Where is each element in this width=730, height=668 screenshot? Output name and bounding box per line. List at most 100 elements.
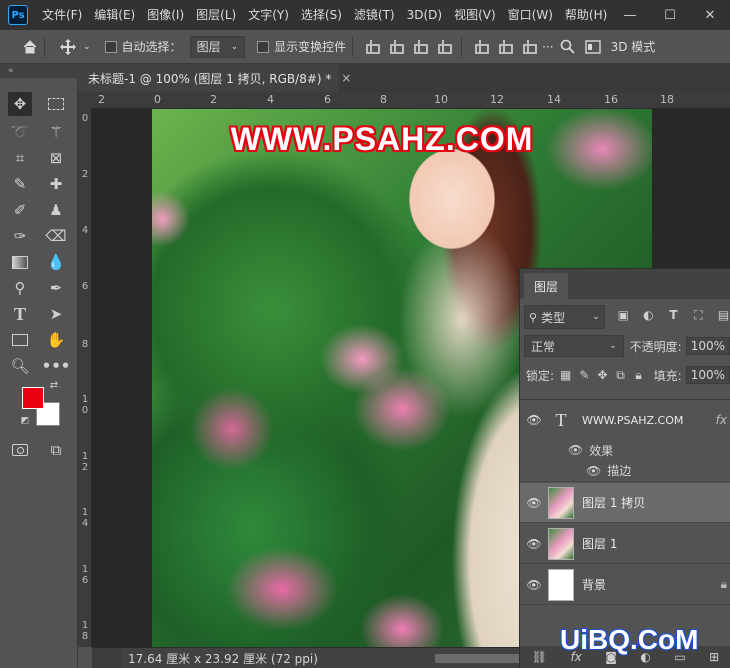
align-right-icon[interactable] (412, 39, 429, 54)
auto-select-dropdown[interactable]: 图层 ⌄ (189, 35, 246, 58)
blend-mode-dropdown[interactable]: 正常 ⌄ (524, 335, 624, 357)
quick-mask-icon[interactable] (8, 438, 32, 462)
document-size-status[interactable]: 17.64 厘米 x 23.92 厘米 (72 ppi) (128, 650, 318, 667)
visibility-eye-icon[interactable]: 👁︎ (568, 443, 583, 457)
home-icon[interactable] (22, 39, 38, 55)
move-tool-icon[interactable]: ✥ (8, 92, 32, 116)
auto-select-checkbox[interactable]: 自动选择： (104, 38, 182, 55)
tab-layers[interactable]: 图层 (524, 273, 568, 299)
fx-icon[interactable]: fx (716, 413, 727, 427)
blur-tool-icon[interactable]: 💧 (44, 250, 68, 274)
blend-mode-value: 正常 (531, 339, 556, 354)
menu-type[interactable]: 文字(Y) (242, 0, 295, 30)
filter-adjustment-icon[interactable]: ◐ (642, 308, 655, 322)
swap-colors-icon[interactable]: ⇄ (46, 378, 62, 392)
restore-button[interactable]: ☐ (650, 0, 690, 30)
filter-type-icon[interactable]: T (667, 308, 680, 322)
layer-row-copy[interactable]: 👁︎ 图层 1 拷贝 (520, 483, 730, 523)
move-tool-icon[interactable]: ⌄ (59, 38, 91, 56)
stamp-tool-icon[interactable]: ♟ (44, 198, 68, 222)
rectangle-tool-icon[interactable] (8, 328, 32, 352)
menu-window[interactable]: 窗口(W) (502, 0, 559, 30)
close-button[interactable]: ✕ (690, 0, 730, 30)
marquee-tool-icon[interactable] (44, 92, 68, 116)
path-select-icon[interactable]: ➤ (44, 302, 68, 326)
layer-thumbnail (548, 486, 574, 519)
visibility-eye-icon[interactable]: 👁︎ (520, 537, 548, 551)
crop-tool-icon[interactable]: ⌗ (8, 146, 32, 170)
opacity-input[interactable]: 100% (685, 337, 730, 355)
menu-view[interactable]: 视图(V) (448, 0, 502, 30)
align-hcenter-icon[interactable] (388, 39, 405, 54)
healing-brush-icon[interactable]: ✚ (44, 172, 68, 196)
visibility-eye-icon[interactable]: 👁︎ (586, 464, 601, 478)
pen-tool-icon[interactable]: ✒ (44, 276, 68, 300)
ruler-label: 1 6 (81, 564, 89, 586)
frame-tool-icon[interactable]: ⊠ (44, 146, 68, 170)
horizontal-scrollbar[interactable] (435, 654, 525, 663)
fill-input[interactable]: 100% (685, 366, 730, 384)
lock-all-icon[interactable]: 🔒︎ (634, 368, 644, 382)
align-left-icon[interactable] (364, 39, 381, 54)
hand-tool-icon[interactable]: ✋ (44, 328, 68, 352)
divider (461, 36, 463, 57)
foreground-color-swatch[interactable] (22, 387, 44, 409)
align-top-icon[interactable] (473, 39, 490, 54)
more-options-icon[interactable]: ··· (542, 40, 553, 54)
lock-icon: 🔒︎ (720, 577, 727, 591)
link-layers-icon[interactable]: ⛓ (532, 650, 547, 664)
new-layer-icon[interactable]: ⊞ (709, 650, 719, 664)
stroke-effect-row[interactable]: 👁︎ 描边 (520, 460, 730, 482)
lock-transparency-icon[interactable]: ▦ (560, 368, 571, 382)
layer-row-text[interactable]: 👁︎ T WWW.PSAHZ.COM fx (520, 400, 730, 440)
menu-file[interactable]: 文件(F) (36, 0, 88, 30)
workspace-icon[interactable] (584, 39, 601, 54)
visibility-eye-icon[interactable]: 👁︎ (520, 496, 548, 510)
menu-image[interactable]: 图像(I) (141, 0, 190, 30)
visibility-eye-icon[interactable]: 👁︎ (520, 578, 548, 592)
screen-mode-icon[interactable]: ⧉ (44, 438, 68, 462)
distribute-icon[interactable] (436, 39, 453, 54)
document-tab[interactable]: 未标题-1 @ 100% (图层 1 拷贝, RGB/8#) * × (78, 64, 351, 92)
lock-artboard-icon[interactable]: ⧉ (616, 368, 626, 382)
show-transform-checkbox[interactable]: 显示变换控件 (257, 38, 346, 55)
filter-pixel-icon[interactable]: ▣ (617, 308, 630, 322)
layer-row-layer1[interactable]: 👁︎ 图层 1 (520, 524, 730, 564)
menu-layer[interactable]: 图层(L) (190, 0, 242, 30)
visibility-eye-icon[interactable]: 👁︎ (520, 413, 548, 427)
more-tools-icon[interactable]: ••• (42, 354, 71, 378)
align-vcenter-icon[interactable] (497, 39, 514, 54)
eraser-icon[interactable]: ⌫ (44, 224, 68, 248)
effects-row[interactable]: 👁︎ 效果 (520, 440, 730, 460)
align-bottom-icon[interactable] (521, 39, 538, 54)
type-tool-icon[interactable]: T (8, 302, 32, 326)
default-colors-icon[interactable]: ◩ (18, 414, 32, 428)
lock-position-icon[interactable]: ✥ (597, 368, 607, 382)
menu-edit[interactable]: 编辑(E) (88, 0, 141, 30)
ruler-vertical[interactable]: 0 2 4 6 8 1 0 1 2 1 4 1 6 1 8 (78, 109, 92, 647)
layer-filter-dropdown[interactable]: ⚲ 类型 ⌄ (524, 305, 605, 329)
menu-select[interactable]: 选择(S) (295, 0, 348, 30)
lasso-tool-icon[interactable]: ➰ (8, 120, 32, 144)
search-icon[interactable] (560, 39, 575, 54)
lock-paint-icon[interactable]: ✎ (579, 368, 589, 382)
toolbox-collapse-button[interactable]: « (0, 64, 78, 78)
brush-tool-icon[interactable]: ✐ (8, 198, 32, 222)
menu-filter[interactable]: 滤镜(T) (348, 0, 401, 30)
close-tab-icon[interactable]: × (341, 71, 351, 85)
dodge-tool-icon[interactable]: ⚲ (8, 276, 32, 300)
zoom-tool-icon[interactable]: 🔍︎ (8, 354, 32, 378)
gradient-tool-icon[interactable] (8, 250, 32, 274)
eyedropper-icon[interactable]: ✎ (8, 172, 32, 196)
history-brush-icon[interactable]: ✑ (8, 224, 32, 248)
layer-row-background[interactable]: 👁︎ 背景 🔒︎ (520, 565, 730, 605)
checkbox-box[interactable] (257, 40, 270, 53)
ruler-horizontal[interactable]: 2 0 2 4 6 8 10 12 14 16 18 (92, 92, 730, 109)
minimize-button[interactable]: — (610, 0, 650, 30)
filter-smart-object-icon[interactable]: ▤ (717, 308, 730, 322)
menu-help[interactable]: 帮助(H) (559, 0, 613, 30)
menu-3d[interactable]: 3D(D) (401, 0, 448, 30)
magic-wand-icon[interactable]: ⚚ (44, 120, 68, 144)
filter-shape-icon[interactable]: ⛶ (692, 308, 705, 322)
checkbox-box[interactable] (104, 40, 117, 53)
